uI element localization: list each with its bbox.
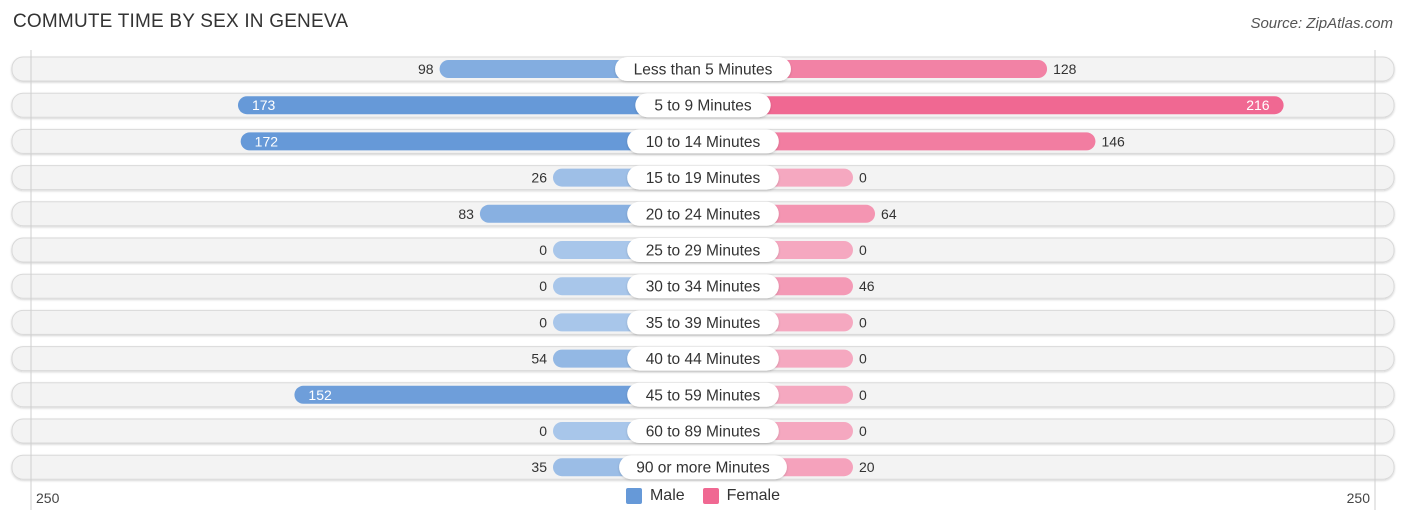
bar-female bbox=[703, 96, 1284, 115]
value-label-female: 0 bbox=[859, 242, 867, 258]
chart-row: 35 20 90 or more Minutes bbox=[11, 454, 1395, 480]
value-label-female: 20 bbox=[859, 459, 875, 475]
category-label: 30 to 34 Minutes bbox=[646, 279, 761, 296]
value-label-male: 35 bbox=[531, 459, 547, 475]
category-label: 10 to 14 Minutes bbox=[646, 134, 761, 151]
legend: Male Female bbox=[0, 487, 1406, 505]
legend-swatch-female bbox=[702, 488, 719, 504]
value-label-female: 128 bbox=[1053, 61, 1077, 77]
bar-male bbox=[237, 96, 703, 115]
legend-item-female[interactable]: Female bbox=[702, 487, 781, 505]
value-label-male: 0 bbox=[539, 242, 547, 258]
butterfly-bar-chart: 98 128 Less than 5 Minutes 173 216 5 to 9 Min… bbox=[11, 50, 1395, 510]
category-label: 45 to 59 Minutes bbox=[646, 387, 761, 404]
value-label-female: 46 bbox=[859, 278, 875, 294]
value-label-female: 216 bbox=[1246, 97, 1270, 113]
value-label-female: 0 bbox=[859, 423, 867, 439]
category-label: 20 to 24 Minutes bbox=[646, 206, 761, 223]
value-label-male: 173 bbox=[252, 97, 276, 113]
value-label-female: 0 bbox=[859, 314, 867, 330]
value-label-male: 83 bbox=[458, 206, 474, 222]
value-label-male: 152 bbox=[308, 387, 332, 403]
chart-row: 0 46 30 to 34 Minutes bbox=[11, 273, 1395, 299]
value-label-male: 172 bbox=[255, 133, 279, 149]
category-label: Less than 5 Minutes bbox=[634, 62, 773, 79]
category-label: 5 to 9 Minutes bbox=[654, 98, 752, 115]
value-label-male: 0 bbox=[539, 423, 547, 439]
value-label-female: 0 bbox=[859, 351, 867, 367]
chart-row: 0 0 35 to 39 Minutes bbox=[11, 309, 1395, 335]
chart-row: 98 128 Less than 5 Minutes bbox=[11, 56, 1395, 82]
value-label-female: 0 bbox=[859, 170, 867, 186]
chart-row: 0 0 60 to 89 Minutes bbox=[11, 418, 1395, 444]
chart-row: 0 0 25 to 29 Minutes bbox=[11, 237, 1395, 263]
category-label: 40 to 44 Minutes bbox=[646, 351, 761, 368]
value-label-male: 0 bbox=[539, 314, 547, 330]
value-label-female: 64 bbox=[881, 206, 897, 222]
category-label: 15 to 19 Minutes bbox=[646, 170, 761, 187]
chart-row: 152 0 45 to 59 Minutes bbox=[11, 382, 1395, 408]
value-label-male: 54 bbox=[531, 351, 547, 367]
chart-row: 83 64 20 to 24 Minutes bbox=[11, 201, 1395, 227]
value-label-female: 0 bbox=[859, 387, 867, 403]
legend-item-male[interactable]: Male bbox=[625, 487, 685, 505]
value-label-male: 98 bbox=[418, 61, 434, 77]
legend-label-male: Male bbox=[649, 487, 685, 504]
category-label: 35 to 39 Minutes bbox=[646, 315, 761, 332]
value-label-male: 26 bbox=[531, 170, 547, 186]
value-label-male: 0 bbox=[539, 278, 547, 294]
category-label: 90 or more Minutes bbox=[636, 460, 770, 477]
chart-row: 26 0 15 to 19 Minutes bbox=[11, 165, 1395, 191]
chart-row: 54 0 40 to 44 Minutes bbox=[11, 346, 1395, 372]
category-label: 25 to 29 Minutes bbox=[646, 243, 761, 260]
chart-row: 173 216 5 to 9 Minutes bbox=[11, 92, 1395, 118]
legend-swatch-male bbox=[625, 488, 642, 504]
value-label-female: 146 bbox=[1101, 133, 1125, 149]
chart-row: 172 146 10 to 14 Minutes bbox=[11, 128, 1395, 154]
legend-label-female: Female bbox=[726, 487, 781, 504]
category-label: 60 to 89 Minutes bbox=[646, 424, 761, 441]
